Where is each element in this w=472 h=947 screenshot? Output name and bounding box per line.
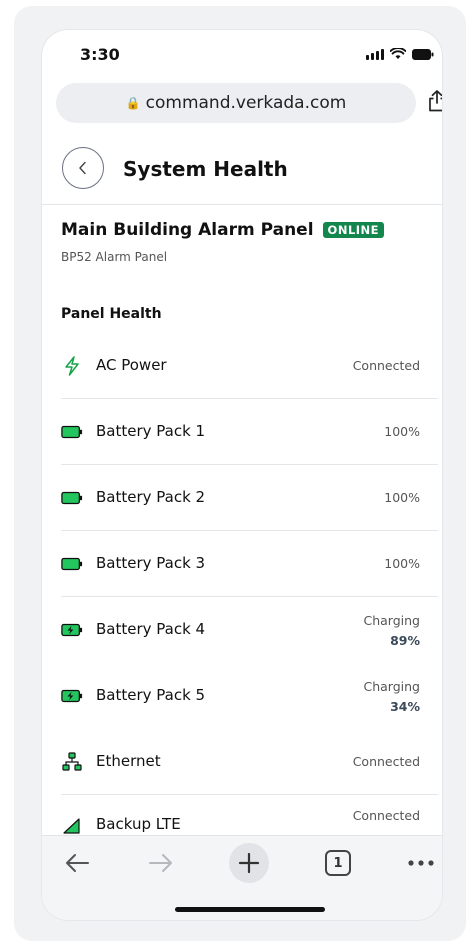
row-label: Battery Pack 1 [96, 422, 206, 440]
health-row-battery-5: Battery Pack 5 Charging 34% [61, 663, 438, 729]
status-bar: 3:30 [42, 30, 442, 80]
row-value: 34% [390, 699, 420, 714]
row-label: Battery Pack 3 [96, 554, 206, 572]
device-model: BP52 Alarm Panel [61, 250, 168, 264]
tab-count-icon: 1 [325, 850, 351, 876]
share-icon[interactable] [428, 90, 442, 112]
health-row-battery-4: Battery Pack 4 Charging 89% [61, 597, 438, 663]
status-badge: ONLINE [322, 222, 385, 238]
row-status: Connected [352, 754, 420, 769]
address-bar[interactable]: 🔒 command.verkada.com [56, 83, 442, 123]
battery-charging-icon [61, 685, 83, 707]
app-header: System Health [42, 135, 442, 205]
row-label: AC Power [96, 356, 167, 374]
status-time: 3:30 [80, 45, 120, 64]
battery-icon [412, 49, 434, 60]
more-button[interactable] [406, 846, 436, 880]
browser-toolbar: 1 [42, 835, 442, 920]
arrow-left-icon [66, 854, 89, 872]
phone-screen: 3:30 🔒 command.verkada.com System Health… [42, 30, 442, 920]
lock-icon: 🔒 [125, 96, 141, 110]
health-row-ac-power: AC Power Connected [61, 333, 438, 399]
health-row-battery-3: Battery Pack 3 100% [61, 531, 438, 597]
device-name: Main Building Alarm Panel [61, 220, 314, 240]
tabs-button[interactable]: 1 [323, 846, 353, 880]
battery-full-icon [61, 487, 83, 509]
battery-full-icon [61, 421, 83, 443]
back-nav-button[interactable] [60, 846, 94, 880]
row-status: Charging [363, 679, 421, 694]
wifi-icon [390, 48, 406, 59]
chevron-left-icon [79, 161, 86, 175]
row-status: Connected [352, 808, 420, 823]
health-row-battery-2: Battery Pack 2 100% [61, 465, 438, 531]
device-header: Main Building Alarm Panel ONLINE [61, 220, 385, 240]
row-status: 100% [384, 424, 420, 439]
row-status-group: Charging 34% [364, 677, 421, 717]
health-row-battery-1: Battery Pack 1 100% [61, 399, 438, 465]
url-display[interactable]: 🔒 command.verkada.com [56, 93, 416, 113]
health-list: AC Power Connected Battery Pack 1 100% B… [61, 333, 438, 835]
row-value: 89% [390, 633, 420, 648]
tab-count: 1 [333, 855, 343, 871]
home-indicator [175, 907, 325, 912]
new-tab-button[interactable] [229, 843, 269, 883]
row-label: Battery Pack 2 [96, 488, 206, 506]
health-row-backup-lte: Backup LTE Connected [61, 795, 438, 835]
status-icons [366, 48, 434, 60]
back-button[interactable] [62, 147, 104, 189]
row-label: Ethernet [96, 752, 161, 770]
lightning-icon [61, 355, 83, 377]
cellular-icon [61, 814, 83, 836]
row-status: Connected [352, 358, 420, 373]
health-row-ethernet: Ethernet Connected [61, 729, 438, 795]
network-icon [61, 751, 83, 773]
battery-charging-icon [61, 619, 83, 641]
signal-icon [366, 49, 384, 60]
row-status-group: Charging 89% [364, 611, 421, 651]
arrow-right-icon [149, 854, 172, 872]
more-dots-icon [408, 860, 434, 866]
page-title: System Health [123, 157, 288, 181]
row-status: 100% [384, 490, 420, 505]
plus-icon [238, 852, 260, 874]
row-label: Battery Pack 4 [96, 620, 206, 638]
section-title: Panel Health [61, 306, 162, 322]
battery-full-icon [61, 553, 83, 575]
row-status: Charging [363, 613, 421, 628]
row-label: Backup LTE [96, 815, 181, 833]
forward-nav-button[interactable] [144, 846, 178, 880]
row-label: Battery Pack 5 [96, 686, 206, 704]
row-status: 100% [384, 556, 420, 571]
url-text: command.verkada.com [145, 93, 347, 113]
